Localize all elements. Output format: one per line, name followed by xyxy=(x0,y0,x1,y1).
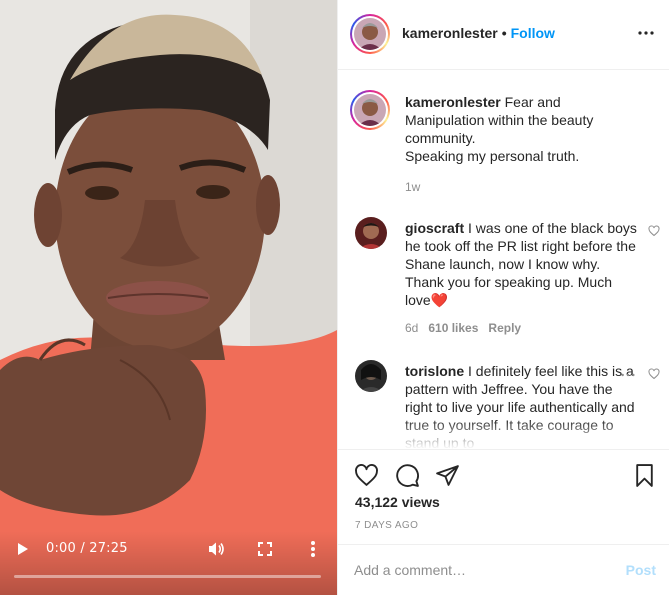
post-date[interactable]: 7 DAYS AGO xyxy=(355,520,418,531)
post-header: kameronlester • Follow xyxy=(338,0,669,70)
video-player[interactable]: 0:00 / 27:25 xyxy=(0,0,337,595)
follow-button[interactable]: Follow xyxy=(511,25,555,41)
caption-story-ring[interactable] xyxy=(350,90,390,130)
instagram-post-modal: 0:00 / 27:25 kameronlester • Follow kame… xyxy=(0,0,669,595)
caption-text-2: Speaking my personal truth. xyxy=(405,148,580,164)
header-username[interactable]: kameronlester xyxy=(402,25,498,41)
like-comment-icon[interactable] xyxy=(648,225,660,237)
comment-bar: Post xyxy=(338,544,669,595)
story-ring[interactable] xyxy=(350,14,390,54)
caption-text: kameronlester Fear and Manipulation with… xyxy=(405,93,640,147)
post-panel: kameronlester • Follow kameronlester Fea… xyxy=(337,0,669,595)
heart-icon[interactable] xyxy=(354,463,379,488)
avatar xyxy=(354,94,386,126)
post-button[interactable]: Post xyxy=(626,562,656,578)
comment-text: gioscraft I was one of the black boys he… xyxy=(405,219,640,309)
comment-meta: 6d 610 likes Reply xyxy=(405,321,531,335)
video-frame xyxy=(0,0,337,595)
caption-age: 1w xyxy=(405,180,421,194)
views-count[interactable]: 43,122 views xyxy=(355,494,440,510)
comment-item: gioscraft I was one of the black boys he… xyxy=(338,215,669,340)
volume-icon[interactable] xyxy=(206,539,226,559)
video-time: 0:00 / 27:25 xyxy=(46,541,128,556)
video-controls: 0:00 / 27:25 xyxy=(0,531,337,595)
avatar[interactable] xyxy=(355,360,387,392)
avatar xyxy=(354,18,386,50)
post-actions: 43,122 views 7 DAYS AGO xyxy=(338,449,669,544)
play-icon[interactable] xyxy=(14,541,30,557)
header-user-line: kameronlester • Follow xyxy=(402,25,555,41)
comment-icon[interactable] xyxy=(395,463,420,488)
comment-input[interactable] xyxy=(354,560,594,580)
video-progress-bar[interactable] xyxy=(14,575,321,578)
like-comment-icon[interactable] xyxy=(648,368,660,380)
bookmark-icon[interactable] xyxy=(632,463,657,488)
comment-likes[interactable]: 610 likes xyxy=(428,321,478,335)
comment-username[interactable]: torislone xyxy=(405,363,464,379)
comment-username[interactable]: gioscraft xyxy=(405,220,464,236)
fullscreen-icon[interactable] xyxy=(257,541,273,557)
more-horizontal-icon[interactable] xyxy=(620,372,636,378)
share-icon[interactable] xyxy=(435,463,460,488)
reply-button[interactable]: Reply xyxy=(488,321,521,335)
scroll-fade xyxy=(338,419,669,449)
comment-age: 6d xyxy=(405,321,419,335)
separator-dot: • xyxy=(501,25,507,41)
comments-list[interactable]: kameronlester Fear and Manipulation with… xyxy=(338,71,669,449)
caption-username[interactable]: kameronlester xyxy=(405,94,501,110)
caption: kameronlester Fear and Manipulation with… xyxy=(338,88,669,198)
more-vertical-icon[interactable] xyxy=(305,539,321,559)
more-horizontal-icon[interactable] xyxy=(637,26,655,40)
avatar[interactable] xyxy=(355,217,387,249)
